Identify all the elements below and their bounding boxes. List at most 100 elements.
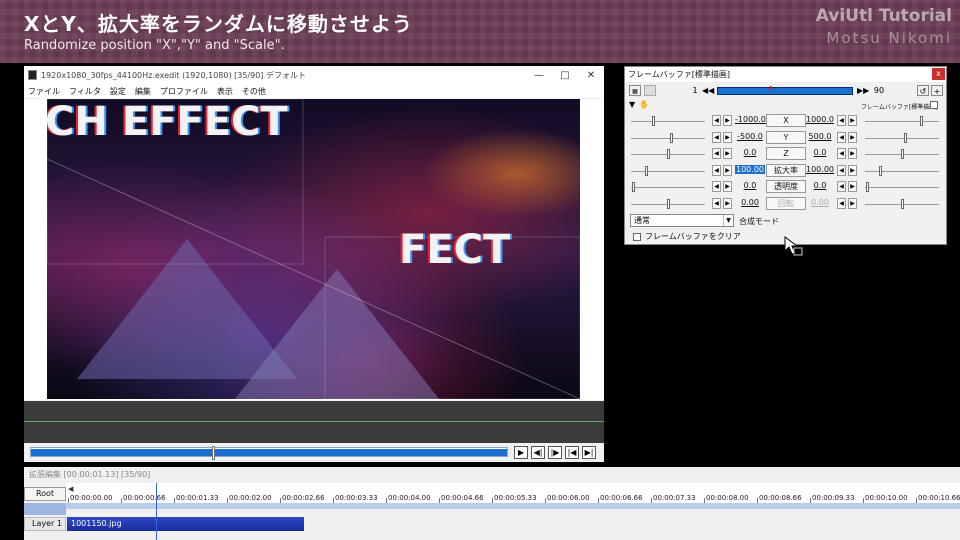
decrement-icon[interactable]: ◀ xyxy=(712,115,721,126)
param-button[interactable]: X xyxy=(766,114,806,127)
param-slider-left[interactable] xyxy=(631,165,705,176)
timeline-clip[interactable]: 1001150.jpg xyxy=(67,517,304,531)
param-slider-left[interactable] xyxy=(631,132,705,143)
scroll-left-icon[interactable]: ◀ xyxy=(68,485,73,493)
param-slider-left[interactable] xyxy=(631,198,705,209)
increment-icon[interactable]: ▶ xyxy=(723,131,732,143)
minimize-button[interactable]: — xyxy=(526,66,552,84)
decrement-icon[interactable]: ◀ xyxy=(712,181,721,192)
maximize-button[interactable]: □ xyxy=(552,66,578,84)
blend-mode-select[interactable]: 通常 ▼ xyxy=(630,214,734,227)
decrement-icon[interactable]: ◀ xyxy=(837,181,846,192)
increment-icon[interactable]: ▶ xyxy=(723,197,732,209)
param-button[interactable]: Z xyxy=(766,147,806,160)
to-start-button[interactable]: |◀ xyxy=(565,446,579,459)
increment-icon[interactable]: ▶ xyxy=(723,115,732,126)
slider-knob[interactable] xyxy=(866,182,870,192)
param-left-value[interactable]: 0.00 xyxy=(735,198,765,207)
undo-icon[interactable]: ↺ xyxy=(917,85,929,96)
increment-icon[interactable]: ▶ xyxy=(848,164,857,176)
param-right-value[interactable]: 1000.0 xyxy=(805,115,835,124)
param-button[interactable]: 透明度 xyxy=(766,180,806,193)
param-right-value[interactable]: 0.0 xyxy=(805,181,835,190)
param-slider-left[interactable] xyxy=(631,149,705,159)
dialog-close-button[interactable]: x xyxy=(932,68,945,80)
param-left-value[interactable]: -1000.0 xyxy=(735,115,766,124)
param-button[interactable]: 拡大率 xyxy=(766,163,806,177)
menu-filter[interactable]: フィルタ xyxy=(69,86,101,97)
clear-checkbox[interactable] xyxy=(633,232,641,241)
param-right-value[interactable]: 0.00 xyxy=(805,198,835,207)
decrement-icon[interactable]: ◀ xyxy=(837,131,846,143)
menu-profile[interactable]: プロファイル xyxy=(160,86,208,97)
param-left-value[interactable]: 0.0 xyxy=(735,181,765,190)
slider-knob[interactable] xyxy=(879,165,883,176)
dialog-titlebar[interactable]: フレームバッファ[標準描画] x xyxy=(625,67,946,82)
slider-knob[interactable] xyxy=(900,198,904,209)
prev-keyframe-icon[interactable]: ◀◀ xyxy=(702,85,714,96)
param-button[interactable]: 回転 xyxy=(766,196,806,210)
timeline-playhead[interactable] xyxy=(156,483,157,540)
frame-bar[interactable] xyxy=(717,86,853,95)
next-frame-button[interactable]: |▶ xyxy=(548,446,562,459)
slider-knob[interactable] xyxy=(904,132,908,143)
slider-knob[interactable] xyxy=(920,116,924,126)
close-button[interactable]: ✕ xyxy=(578,66,604,84)
slider-knob[interactable] xyxy=(652,116,656,126)
decrement-icon[interactable]: ◀ xyxy=(837,164,846,176)
main-window-titlebar[interactable]: 1920x1080_30fps_44100Hz.exedit (1920,108… xyxy=(24,66,604,84)
increment-icon[interactable]: ▶ xyxy=(848,197,857,209)
param-slider-right[interactable] xyxy=(865,116,939,126)
param-slider-left[interactable] xyxy=(631,182,705,192)
section-checkbox[interactable] xyxy=(930,101,938,109)
param-left-value[interactable]: -500.0 xyxy=(735,132,765,141)
slider-knob[interactable] xyxy=(666,198,670,209)
param-slider-right[interactable] xyxy=(865,132,939,143)
param-slider-right[interactable] xyxy=(865,165,939,176)
slider-knob[interactable] xyxy=(900,149,904,159)
slider-knob[interactable] xyxy=(670,132,674,143)
preview-canvas[interactable]: CH EFFECT FECT xyxy=(47,99,580,399)
collapse-icon[interactable]: ▼ xyxy=(629,100,635,109)
increment-icon[interactable]: ▶ xyxy=(723,164,732,176)
play-button[interactable]: ▶ xyxy=(514,446,528,459)
add-icon[interactable]: + xyxy=(931,85,943,96)
increment-icon[interactable]: ▶ xyxy=(723,181,732,192)
decrement-icon[interactable]: ◀ xyxy=(837,148,846,159)
decrement-icon[interactable]: ◀ xyxy=(712,148,721,159)
seek-thumb[interactable] xyxy=(211,446,215,460)
slider-knob[interactable] xyxy=(645,165,649,176)
param-button[interactable]: Y xyxy=(766,130,806,144)
decrement-icon[interactable]: ◀ xyxy=(712,131,721,143)
increment-icon[interactable]: ▶ xyxy=(848,115,857,126)
menu-file[interactable]: ファイル xyxy=(28,86,60,97)
next-keyframe-icon[interactable]: ▶▶ xyxy=(857,85,869,96)
film-icon[interactable]: ▦ xyxy=(629,85,641,96)
menu-other[interactable]: その他 xyxy=(242,86,266,97)
hand-icon[interactable]: ✋ xyxy=(639,100,649,109)
param-right-value[interactable]: 100.00 xyxy=(805,165,835,174)
param-left-value[interactable]: 100.00 xyxy=(735,164,765,174)
root-button[interactable]: Root xyxy=(24,487,66,501)
slider-knob[interactable] xyxy=(666,149,670,159)
decrement-icon[interactable]: ◀ xyxy=(837,115,846,126)
increment-icon[interactable]: ▶ xyxy=(848,131,857,143)
param-right-value[interactable]: 500.0 xyxy=(805,132,835,141)
decrement-icon[interactable]: ◀ xyxy=(712,164,721,176)
param-left-value[interactable]: 0.0 xyxy=(735,148,765,157)
menu-view[interactable]: 表示 xyxy=(217,86,233,97)
decrement-icon[interactable]: ◀ xyxy=(712,197,721,209)
slider-knob[interactable] xyxy=(632,182,636,192)
param-right-value[interactable]: 0.0 xyxy=(805,148,835,157)
param-slider-right[interactable] xyxy=(865,182,939,192)
prev-frame-button[interactable]: ◀| xyxy=(531,446,545,459)
timeline-ruler[interactable]: ◀ 00:00:00.00 00:00:00.66 00:00:01.33 00:00… xyxy=(66,483,960,505)
increment-icon[interactable]: ▶ xyxy=(848,148,857,159)
menu-edit[interactable]: 編集 xyxy=(135,86,151,97)
param-slider-right[interactable] xyxy=(865,198,939,209)
decrement-icon[interactable]: ◀ xyxy=(837,197,846,209)
menu-settings[interactable]: 設定 xyxy=(110,86,126,97)
param-slider-left[interactable] xyxy=(631,116,705,126)
seek-bar[interactable] xyxy=(30,446,508,460)
increment-icon[interactable]: ▶ xyxy=(723,148,732,159)
